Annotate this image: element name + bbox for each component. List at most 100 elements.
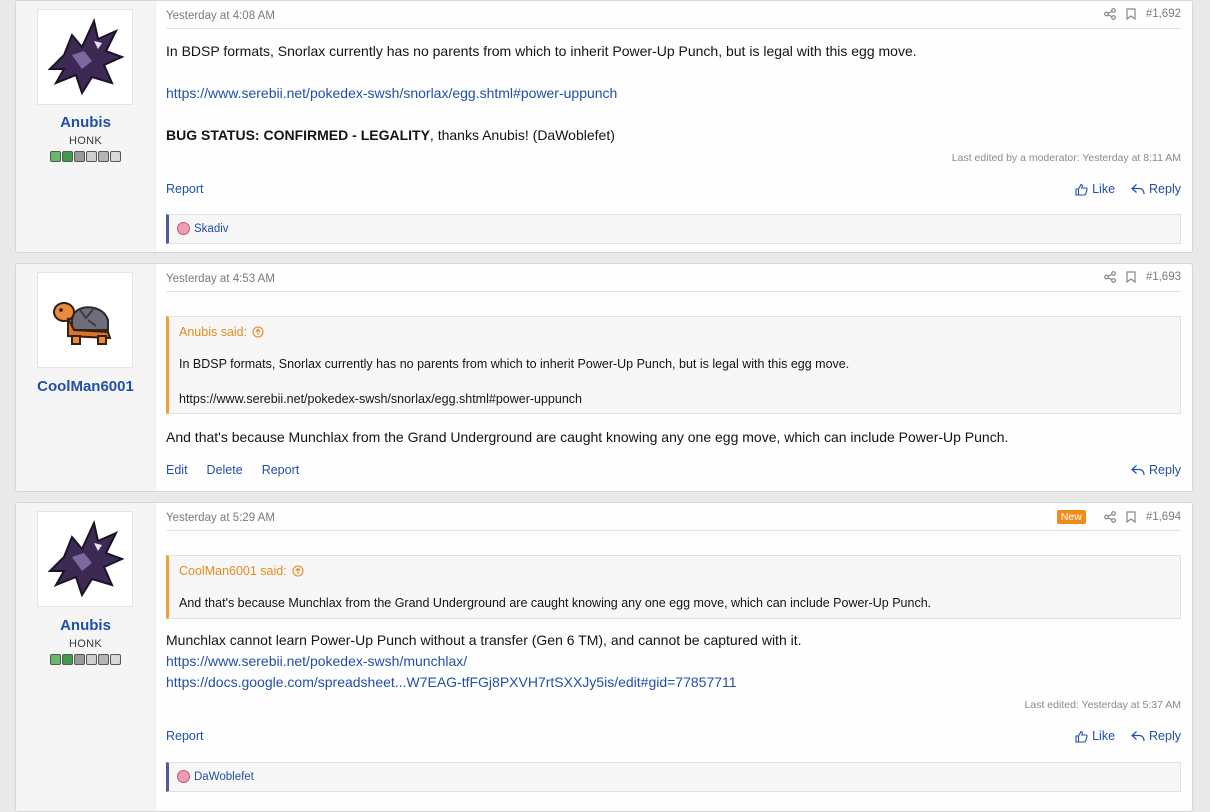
trophy-badge-icon: [86, 151, 97, 162]
trophy-badge-icon: [62, 151, 73, 162]
post-user-panel: CoolMan6001: [16, 264, 156, 491]
heart-reaction-icon: [177, 770, 190, 783]
username[interactable]: Anubis: [16, 114, 155, 131]
delete-link[interactable]: Delete: [207, 463, 243, 477]
post-1694: Anubis HONK Yesterday at 5:29 AM New #1,…: [15, 502, 1193, 812]
dragon-avatar-icon: [47, 17, 125, 96]
reply-button[interactable]: Reply: [1131, 729, 1181, 743]
share-icon[interactable]: [1103, 8, 1116, 20]
user-badges: [16, 654, 155, 665]
edit-note: Last edited: Yesterday at 5:37 AM: [1024, 699, 1181, 711]
post-number[interactable]: #1,693: [1146, 271, 1181, 283]
trophy-badge-icon: [86, 654, 97, 665]
post-link[interactable]: https://www.serebii.net/pokedex-swsh/sno…: [166, 83, 1181, 104]
report-link[interactable]: Report: [262, 463, 300, 477]
post-date[interactable]: Yesterday at 5:29 AM: [166, 512, 275, 524]
quote-text: In BDSP formats, Snorlax currently has n…: [179, 357, 850, 371]
trophy-badge-icon: [74, 654, 85, 665]
share-icon[interactable]: [1103, 271, 1116, 283]
post-actions: Edit Delete Report Reply: [166, 463, 1181, 483]
reply-arrow-icon: [1131, 465, 1145, 476]
post-body-text: Munchlax cannot learn Power-Up Punch wit…: [166, 632, 802, 648]
thumbs-up-icon: [1075, 183, 1088, 196]
quote-author-label: Anubis said:: [179, 325, 248, 339]
reply-button[interactable]: Reply: [1131, 463, 1181, 477]
trophy-badge-icon: [98, 654, 109, 665]
like-button[interactable]: Like: [1075, 729, 1115, 743]
post-date[interactable]: Yesterday at 4:08 AM: [166, 10, 275, 22]
dragon-avatar-icon: [47, 519, 125, 598]
user-title: HONK: [69, 135, 102, 147]
post-link[interactable]: https://docs.google.com/spreadsheet...W7…: [166, 672, 1181, 693]
post-main: Yesterday at 4:53 AM #1,693 Anubis said:…: [166, 264, 1181, 491]
post-main: Yesterday at 4:08 AM #1,692 In BDSP form…: [166, 1, 1181, 252]
post-body-text: In BDSP formats, Snorlax currently has n…: [166, 43, 917, 59]
avatar[interactable]: [37, 272, 133, 368]
bookmark-icon[interactable]: [1126, 8, 1136, 20]
reply-arrow-icon: [1131, 731, 1145, 742]
trophy-badge-icon: [110, 654, 121, 665]
arrow-up-circle-icon: [292, 565, 304, 577]
post-meta: Yesterday at 4:53 AM #1,693: [166, 264, 1181, 292]
reply-label: Reply: [1149, 463, 1181, 477]
user-title: HONK: [69, 638, 102, 650]
reactions-bar: Skadiv: [166, 214, 1181, 244]
bookmark-icon[interactable]: [1126, 271, 1136, 283]
report-link[interactable]: Report: [166, 182, 204, 196]
avatar[interactable]: [37, 511, 133, 607]
new-badge: New: [1056, 510, 1086, 524]
bookmark-icon[interactable]: [1126, 511, 1136, 523]
post-link[interactable]: https://www.serebii.net/pokedex-swsh/mun…: [166, 651, 1181, 672]
bug-status-label: BUG STATUS: CONFIRMED - LEGALITY: [166, 127, 430, 143]
post-number[interactable]: #1,692: [1146, 8, 1181, 20]
arrow-up-circle-icon: [252, 326, 264, 338]
post-1692: Anubis HONK Yesterday at 4:08 AM #1,692: [15, 0, 1193, 253]
share-icon[interactable]: [1103, 511, 1116, 523]
reply-arrow-icon: [1131, 184, 1145, 195]
reply-button[interactable]: Reply: [1131, 182, 1181, 196]
turtle-avatar-icon: [53, 302, 112, 345]
quote-author[interactable]: CoolMan6001 said:: [179, 564, 304, 578]
quote-text: And that's because Munchlax from the Gra…: [179, 596, 932, 610]
quote-block: CoolMan6001 said: And that's because Mun…: [166, 555, 1181, 619]
edit-link[interactable]: Edit: [166, 463, 188, 477]
quote-link[interactable]: https://www.serebii.net/pokedex-swsh/sno…: [179, 390, 1170, 408]
reactor-name[interactable]: Skadiv: [194, 223, 229, 235]
bug-status-note: , thanks Anubis! (DaWoblefet): [429, 127, 615, 143]
reactor-name[interactable]: DaWoblefet: [194, 771, 254, 783]
reply-label: Reply: [1149, 729, 1181, 743]
quote-block: Anubis said: In BDSP formats, Snorlax cu…: [166, 316, 1181, 414]
trophy-badge-icon: [98, 151, 109, 162]
post-actions: Report Like Reply: [166, 729, 1181, 749]
user-badges: [16, 151, 155, 162]
post-user-panel: Anubis HONK: [16, 503, 156, 811]
username[interactable]: Anubis: [16, 617, 155, 634]
post-date[interactable]: Yesterday at 4:53 AM: [166, 273, 275, 285]
trophy-badge-icon: [110, 151, 121, 162]
quote-author-label: CoolMan6001 said:: [179, 564, 287, 578]
like-label: Like: [1092, 182, 1116, 196]
report-link[interactable]: Report: [166, 729, 204, 743]
thumbs-up-icon: [1075, 730, 1088, 743]
username[interactable]: CoolMan6001: [16, 378, 155, 395]
trophy-badge-icon: [50, 151, 61, 162]
like-label: Like: [1092, 729, 1116, 743]
like-button[interactable]: Like: [1075, 182, 1115, 196]
heart-reaction-icon: [177, 222, 190, 235]
trophy-badge-icon: [50, 654, 61, 665]
post-1693: CoolMan6001 Yesterday at 4:53 AM #1,693 …: [15, 263, 1193, 492]
post-meta: Yesterday at 4:08 AM #1,692: [166, 1, 1181, 29]
trophy-badge-icon: [74, 151, 85, 162]
quote-author[interactable]: Anubis said:: [179, 325, 264, 339]
post-main: Yesterday at 5:29 AM New #1,694 CoolMan6…: [166, 503, 1181, 811]
avatar[interactable]: [37, 9, 133, 105]
reactions-bar: DaWoblefet: [166, 762, 1181, 792]
post-actions: Report Like Reply: [166, 182, 1181, 202]
bug-status-line: BUG STATUS: CONFIRMED - LEGALITY, thanks…: [166, 125, 1181, 146]
post-number[interactable]: #1,694: [1146, 511, 1181, 523]
post-body-text: And that's because Munchlax from the Gra…: [166, 429, 1009, 445]
reply-label: Reply: [1149, 182, 1181, 196]
post-meta: Yesterday at 5:29 AM New #1,694: [166, 503, 1181, 531]
trophy-badge-icon: [62, 654, 73, 665]
edit-note: Last edited by a moderator: Yesterday at…: [951, 152, 1181, 164]
